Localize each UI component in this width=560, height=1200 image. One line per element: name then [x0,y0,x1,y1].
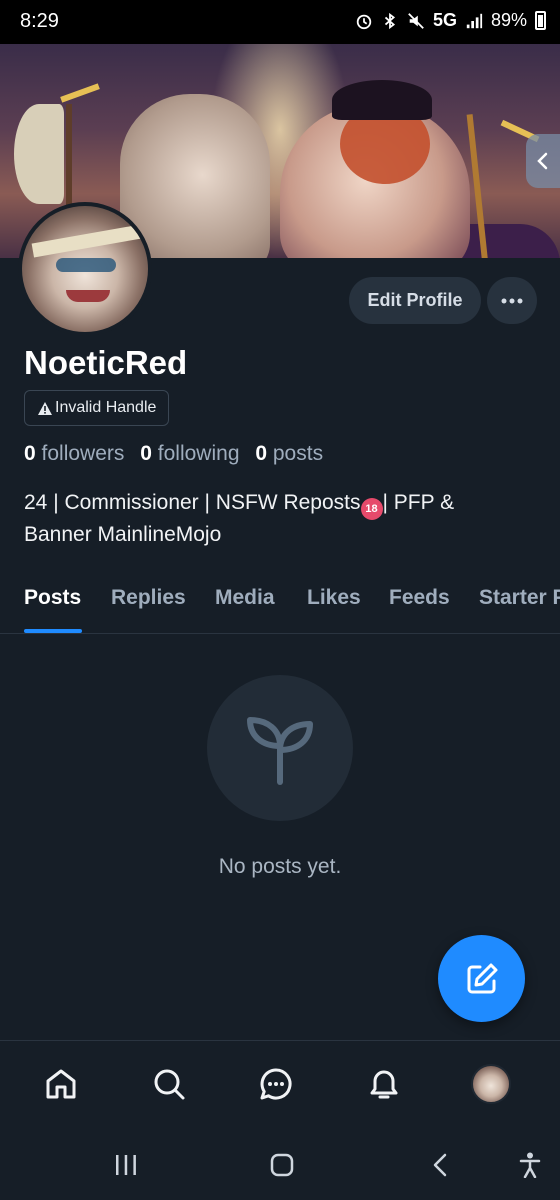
ellipsis-icon [501,298,523,303]
profile-tabs: Posts Replies Media Likes Feeds Starter … [0,574,560,634]
status-bar: 8:29 5G 89% [0,0,560,44]
chat-icon [260,1068,292,1100]
accessibility-button[interactable] [510,1148,550,1182]
nav-chat[interactable] [253,1061,299,1107]
home-icon [46,1069,76,1099]
following-stat[interactable]: 0 following [140,442,239,465]
posts-stat: 0 posts [255,442,324,465]
profile-display-name: NoeticRed [24,344,188,381]
system-navigation [0,1130,560,1200]
mute-icon [408,12,424,29]
profile-stats: 0 followers 0 following 0 posts [24,442,323,466]
nav-home[interactable] [38,1061,84,1107]
no-under-18-icon: 18 [360,498,383,520]
bluetooth-icon [384,12,395,29]
nav-notifications[interactable] [361,1061,407,1107]
sprout-icon [247,717,313,785]
network-label: 5G [432,10,457,30]
bottom-navigation [0,1040,560,1130]
tab-feeds[interactable]: Feeds [389,586,450,610]
alarm-icon [356,14,372,29]
battery-percent: 89% [490,10,527,30]
system-home-button[interactable] [262,1148,302,1182]
nav-profile[interactable] [468,1061,514,1107]
battery-icon [535,11,546,30]
warning-icon [38,401,52,415]
status-time: 8:29 [20,10,59,32]
edit-profile-button[interactable]: Edit Profile [349,277,481,324]
bell-icon [370,1070,398,1099]
empty-state-message: No posts yet. [218,855,342,878]
search-icon [154,1069,185,1100]
recents-button[interactable] [106,1148,146,1182]
compose-icon [467,963,497,993]
tab-likes[interactable]: Likes [307,586,361,610]
chevron-left-icon [537,152,548,170]
profile-bio: 24 | Commissioner | NSFW Reposts 18 | PFP … [24,491,455,546]
tab-replies[interactable]: Replies [111,586,186,610]
accessibility-icon [519,1152,541,1178]
nav-search[interactable] [146,1061,192,1107]
followers-stat[interactable]: 0 followers [24,442,124,465]
more-options-button[interactable] [487,277,537,324]
home-circle-icon [270,1153,294,1177]
side-panel-handle[interactable] [526,134,560,188]
empty-state-badge [207,675,353,821]
signal-icon [466,13,483,28]
tab-posts[interactable]: Posts [24,586,81,610]
back-icon [433,1153,447,1177]
tab-media[interactable]: Media [215,586,275,610]
profile-avatar-small [471,1064,511,1104]
tab-starter-packs[interactable]: Starter Packs [479,586,560,610]
system-back-button[interactable] [420,1148,460,1182]
handle-badge-label: Invalid Handle [55,399,157,416]
invalid-handle-badge[interactable]: Invalid Handle [24,390,170,426]
active-tab-indicator [24,629,82,633]
recents-icon [116,1155,136,1175]
profile-avatar[interactable] [18,202,152,336]
status-icons: 5G 89% [355,10,546,31]
compose-button[interactable] [438,935,525,1022]
